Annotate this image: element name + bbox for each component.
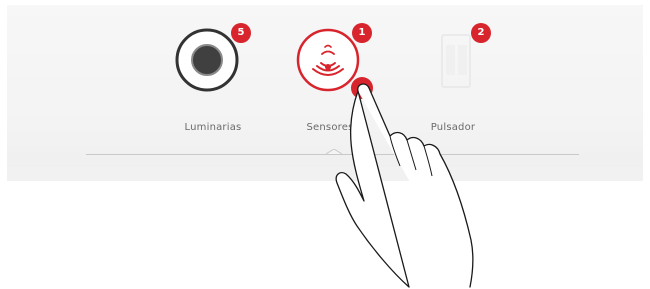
pointing-hand-icon <box>335 77 474 288</box>
